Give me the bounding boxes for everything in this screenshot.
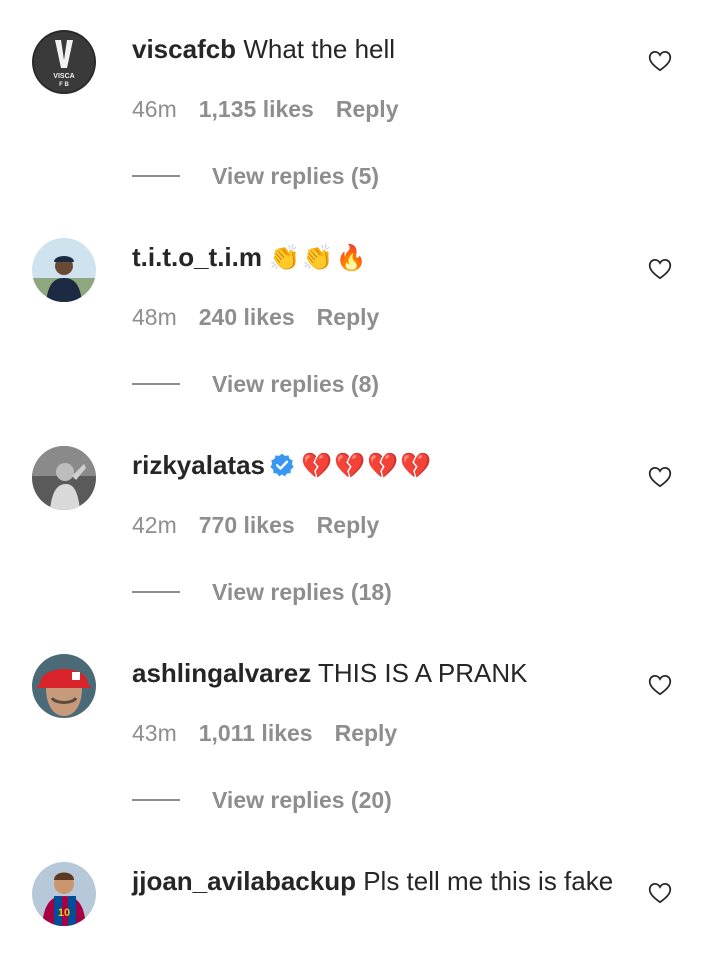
heart-icon[interactable] [647, 880, 673, 906]
replies-divider [132, 382, 180, 385]
avatar-text-top: VISCA [53, 73, 74, 80]
comment-message: Pls tell me this is fake [363, 866, 614, 896]
heart-icon[interactable] [647, 464, 673, 490]
comment-meta: 46m 1,135 likes Reply [132, 96, 399, 123]
likes-count[interactable]: 770 likes [199, 512, 295, 538]
avatar[interactable]: VISCA F B [32, 30, 96, 94]
avatar[interactable] [32, 654, 96, 718]
heart-icon[interactable] [647, 48, 673, 74]
username-link[interactable]: rizkyalatas [132, 450, 265, 480]
comment-meta: 48m 240 likes Reply [132, 304, 379, 331]
avatar[interactable] [32, 446, 96, 510]
likes-count[interactable]: 1,011 likes [199, 720, 313, 746]
replies-divider [132, 798, 180, 801]
comment-body: viscafcb What the hell [132, 31, 622, 67]
comment-time: 43m [132, 720, 177, 746]
avatar-image [32, 446, 96, 510]
view-replies-label: View replies (18) [212, 579, 392, 605]
username-link[interactable]: viscafcb [132, 34, 236, 64]
avatar[interactable] [32, 238, 96, 302]
likes-count[interactable]: 1,135 likes [199, 96, 314, 122]
comment-emoji: 💔💔💔💔 [300, 451, 434, 480]
comment-meta: 43m 1,011 likes Reply [132, 720, 397, 747]
view-replies-button[interactable]: View replies (20) [132, 787, 392, 814]
view-replies-button[interactable]: View replies (5) [132, 163, 379, 190]
comment-text: jjoan_avilabackup Pls tell me this is fa… [132, 863, 622, 899]
comment-time: 48m [132, 304, 177, 330]
reply-button[interactable]: Reply [317, 512, 380, 538]
avatar-text: 10 [58, 907, 70, 919]
reply-button[interactable]: Reply [317, 304, 380, 330]
username-link[interactable]: t.i.t.o_t.i.m [132, 242, 262, 272]
view-replies-button[interactable]: View replies (18) [132, 579, 392, 606]
comment-text: t.i.t.o_t.i.m 👏👏🔥 [132, 239, 622, 276]
comment-emoji: 👏👏🔥 [269, 243, 369, 272]
view-replies-label: View replies (20) [212, 787, 392, 813]
username-link[interactable]: ashlingalvarez [132, 658, 311, 688]
comment-body: rizkyalatas 💔💔💔💔 [132, 447, 622, 484]
comment-text: rizkyalatas 💔💔💔💔 [132, 447, 622, 484]
replies-divider [132, 590, 180, 593]
username-link[interactable]: jjoan_avilabackup [132, 866, 356, 896]
verified-badge-icon [270, 453, 294, 477]
avatar-image [32, 654, 96, 718]
comment-time: 46m [132, 96, 177, 122]
view-replies-label: View replies (5) [212, 163, 380, 189]
likes-count[interactable]: 240 likes [199, 304, 295, 330]
avatar-image: 10 [32, 862, 96, 926]
view-replies-button[interactable]: View replies (8) [132, 371, 379, 398]
reply-button[interactable]: Reply [336, 96, 399, 122]
comment-body: t.i.t.o_t.i.m 👏👏🔥 [132, 239, 622, 276]
view-replies-label: View replies (8) [212, 371, 380, 397]
reply-button[interactable]: Reply [335, 720, 398, 746]
comment-meta: 42m 770 likes Reply [132, 512, 379, 539]
comment-body: jjoan_avilabackup Pls tell me this is fa… [132, 863, 622, 899]
comment-text: viscafcb What the hell [132, 31, 622, 67]
heart-icon[interactable] [647, 256, 673, 282]
avatar-image [32, 238, 96, 302]
comment-text: ashlingalvarez THIS IS A PRANK [132, 655, 622, 691]
avatar[interactable]: 10 [32, 862, 96, 926]
comment-body: ashlingalvarez THIS IS A PRANK [132, 655, 622, 691]
replies-divider [132, 174, 180, 177]
comment-time: 42m [132, 512, 177, 538]
avatar-image: VISCA F B [32, 30, 96, 94]
comment-message: THIS IS A PRANK [317, 658, 528, 688]
avatar-text-bottom: F B [59, 82, 69, 88]
comment-message: What the hell [243, 34, 396, 64]
heart-icon[interactable] [647, 672, 673, 698]
